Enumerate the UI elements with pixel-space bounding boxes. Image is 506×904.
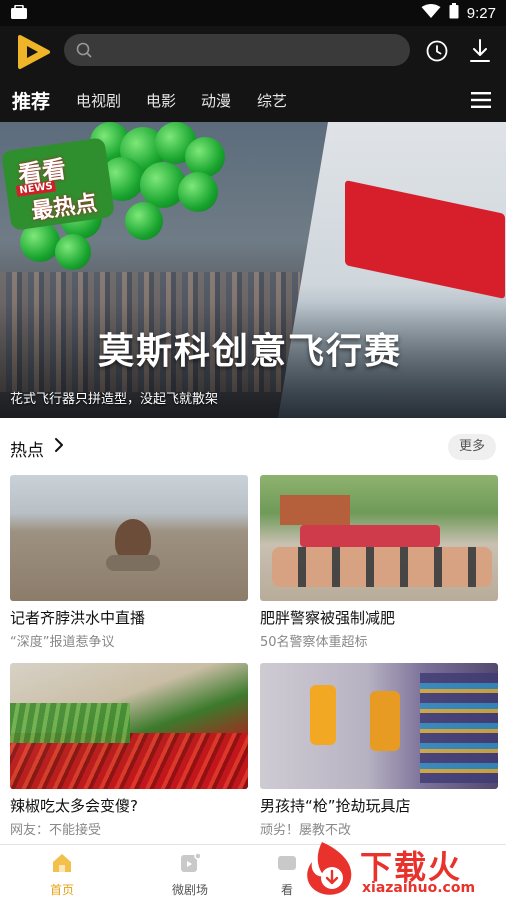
tab-anime[interactable]: 动漫 xyxy=(201,90,231,111)
tab-variety[interactable]: 综艺 xyxy=(257,90,287,111)
more-button[interactable]: 更多 xyxy=(448,434,496,460)
tab-movies[interactable]: 电影 xyxy=(146,90,176,111)
history-icon[interactable] xyxy=(425,39,449,67)
news-card-toystore[interactable]: 男孩持“枪”抢劫玩具店 顽劣！屡教不改 xyxy=(260,663,498,838)
card-subtitle: 网友：不能接受 xyxy=(10,823,102,838)
banner-subtitle: 花式飞行器只拼造型，没起飞就散架 xyxy=(10,392,219,407)
status-time: 9:27 xyxy=(466,4,496,22)
search-icon xyxy=(76,42,92,62)
card-subtitle: 50名警察体重超标 xyxy=(260,635,368,650)
card-subtitle: “深度”报道惹争议 xyxy=(10,635,115,650)
card-thumbnail xyxy=(10,663,248,789)
home-icon xyxy=(50,851,74,879)
banner-title: 莫斯科创意飞行赛 xyxy=(98,331,403,372)
tab-recommend[interactable]: 推荐 xyxy=(12,87,50,114)
download-icon[interactable] xyxy=(468,38,492,68)
nav-theater[interactable]: 微剧场 xyxy=(130,845,250,901)
chevron-right-icon[interactable] xyxy=(54,437,64,457)
news-card-flood[interactable]: 记者齐脖洪水中直播 “深度”报道惹争议 xyxy=(10,475,248,650)
hot-section-header: 热点 更多 xyxy=(0,418,506,474)
status-bar: 9:27 xyxy=(0,0,506,26)
tab-tv-series[interactable]: 电视剧 xyxy=(76,90,121,111)
wifi-icon xyxy=(421,3,441,23)
nav-home[interactable]: 首页 xyxy=(2,845,122,901)
category-tabs: 推荐 电视剧 电影 动漫 综艺 xyxy=(0,76,506,122)
news-badge: 看看 NEWS 最热点 xyxy=(0,137,116,231)
top-bar xyxy=(0,26,506,76)
nav-label: 微剧场 xyxy=(171,883,208,897)
search-input[interactable] xyxy=(100,38,400,62)
search-bar[interactable] xyxy=(64,34,410,66)
section-title[interactable]: 热点 xyxy=(10,436,44,461)
nav-label: 首页 xyxy=(49,883,74,897)
news-card-chili[interactable]: 辣椒吃太多会变傻? 网友：不能接受 xyxy=(10,663,248,838)
watch-icon xyxy=(275,851,299,879)
card-thumbnail xyxy=(10,475,248,601)
menu-icon[interactable] xyxy=(470,91,492,113)
app-logo-icon[interactable] xyxy=(14,33,52,71)
news-card-police[interactable]: 肥胖警察被强制减肥 50名警察体重超标 xyxy=(260,475,498,650)
watermark-logo: 下载火 xiazaihuo.com xyxy=(300,836,506,900)
battery-icon xyxy=(449,3,459,23)
notification-icon xyxy=(10,4,28,24)
hero-banner[interactable]: 看看 NEWS 最热点 莫斯科创意飞行赛 花式飞行器只拼造型，没起飞就散架 xyxy=(0,122,506,418)
card-thumbnail xyxy=(260,663,498,789)
card-title: 肥胖警察被强制减肥 xyxy=(260,609,396,627)
card-thumbnail xyxy=(260,475,498,601)
card-title: 男孩持“枪”抢劫玩具店 xyxy=(260,797,411,815)
card-title: 记者齐脖洪水中直播 xyxy=(10,609,146,627)
theater-icon xyxy=(178,851,202,879)
card-title: 辣椒吃太多会变傻? xyxy=(10,797,138,815)
